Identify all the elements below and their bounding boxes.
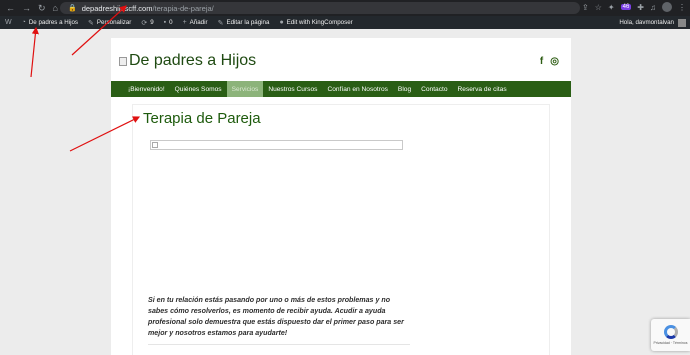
greeting-label: Hola, davmontalvan xyxy=(619,19,674,26)
new-content-menu[interactable]: + Añadir xyxy=(178,19,213,26)
edit-page-menu[interactable]: ✎ Editar la página xyxy=(213,19,275,27)
home-icon[interactable]: ⌂ xyxy=(53,3,58,14)
main-menu: ¡Bienvenido! Quiénes Somos Servicios Nuestr… xyxy=(111,81,571,97)
browser-extensions: ⇪ ☆ ✦ 46 ✚ ♫ ⋮ xyxy=(582,2,686,12)
browser-toolbar: ← → ↻ ⌂ 🔒 depadreshijoscff.com /terapia-… xyxy=(0,0,690,16)
customize-label: Personalizar xyxy=(96,19,132,26)
profile-avatar[interactable] xyxy=(662,2,672,12)
url-path: /terapia-de-pareja/ xyxy=(152,3,214,13)
customize-menu[interactable]: ✎ Personalizar xyxy=(83,19,136,27)
wordpress-icon: W xyxy=(5,19,12,26)
brush-icon: ✎ xyxy=(88,19,94,27)
dashboard-icon: ◔ xyxy=(21,19,26,26)
site-name-label: De padres a Hijos xyxy=(28,19,79,26)
wp-logo-menu[interactable]: W xyxy=(0,19,17,26)
menu-item[interactable]: Confían en Nosotros xyxy=(322,81,392,97)
url-host: depadreshijoscff.com xyxy=(81,3,153,13)
broken-image-icon xyxy=(119,56,127,66)
broken-image-placeholder xyxy=(150,140,403,150)
lock-icon: 🔒 xyxy=(68,5,77,12)
new-label: Añadir xyxy=(189,19,208,26)
page-title: Terapia de Pareja xyxy=(143,110,261,127)
browser-nav: ← → ↻ ⌂ xyxy=(0,3,58,14)
back-icon[interactable]: ← xyxy=(6,3,15,14)
comments-menu[interactable]: ▪ 0 xyxy=(159,19,178,26)
edit-page-label: Editar la página xyxy=(226,19,270,26)
reload-icon[interactable]: ↻ xyxy=(38,3,46,14)
user-avatar xyxy=(678,18,686,27)
updates-menu[interactable]: ⟳ 9 xyxy=(136,19,158,27)
extension-icon[interactable]: ✦ xyxy=(608,3,615,12)
site-logo[interactable]: De padres a Hijos xyxy=(119,52,256,70)
extension-badge[interactable]: 46 xyxy=(620,4,632,10)
menu-item[interactable]: Reserva de citas xyxy=(453,81,512,97)
wp-admin-bar: W ◔ De padres a Hijos ✎ Personalizar ⟳ 9… xyxy=(0,16,690,29)
menu-item[interactable]: Contacto xyxy=(416,81,452,97)
logo-alt-text: De padres a Hijos xyxy=(129,52,257,69)
menu-item[interactable]: Nuestros Cursos xyxy=(263,81,322,97)
kingcomposer-label: Edit with KingComposer xyxy=(286,19,353,26)
media-icon[interactable]: ♫ xyxy=(650,3,656,12)
menu-item[interactable]: Quiénes Somos xyxy=(170,81,227,97)
intro-paragraph: Si en tu relación estás pasando por uno … xyxy=(148,296,404,337)
arrow-to-site-name xyxy=(30,26,39,78)
recaptcha-icon xyxy=(663,325,678,339)
site-page: De padres a Hijos f ◎ ¡Bienvenido! Quiéne… xyxy=(111,38,571,355)
account-menu[interactable]: Hola, davmontalvan xyxy=(619,16,686,29)
puzzle-icon[interactable]: ✚ xyxy=(637,3,644,12)
social-links: f ◎ xyxy=(540,56,559,67)
site-name-menu[interactable]: ◔ De padres a Hijos xyxy=(17,19,83,26)
menu-item[interactable]: ¡Bienvenido! xyxy=(123,81,170,97)
updates-icon: ⟳ xyxy=(141,19,148,27)
star-icon[interactable]: ☆ xyxy=(595,3,602,12)
recaptcha-links[interactable]: Privacidad · Términos xyxy=(654,341,688,345)
comments-count: 0 xyxy=(169,19,173,26)
plus-icon: + xyxy=(182,19,187,26)
menu-item[interactable]: Servicios xyxy=(226,81,264,97)
address-bar[interactable]: 🔒 depadreshijoscff.com /terapia-de-parej… xyxy=(60,2,580,14)
recaptcha-badge[interactable]: Privacidad · Términos xyxy=(651,319,690,351)
forward-icon[interactable]: → xyxy=(22,3,31,14)
updates-count: 9 xyxy=(150,19,154,26)
pencil-icon: ✎ xyxy=(217,19,224,27)
content-area: Terapia de Pareja Si en tu relación está… xyxy=(132,104,550,355)
facebook-icon[interactable]: f xyxy=(540,56,543,67)
comment-icon: ▪ xyxy=(163,19,167,26)
divider xyxy=(148,344,410,345)
circle-icon: ● xyxy=(279,19,284,26)
instagram-icon[interactable]: ◎ xyxy=(550,56,559,67)
menu-icon[interactable]: ⋮ xyxy=(678,3,686,12)
broken-image-icon xyxy=(152,142,158,148)
menu-item[interactable]: Blog xyxy=(393,81,416,97)
kingcomposer-menu[interactable]: ● Edit with KingComposer xyxy=(274,19,357,26)
share-icon[interactable]: ⇪ xyxy=(582,3,589,12)
